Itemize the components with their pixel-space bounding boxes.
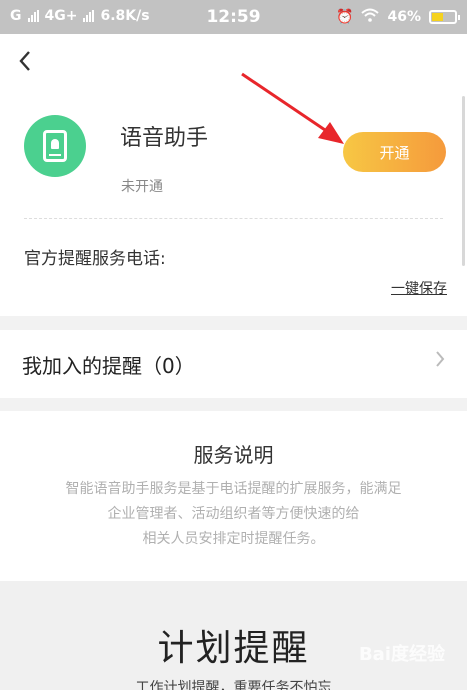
annotation-arrow-icon	[241, 72, 344, 144]
service-description-card: 服务说明 智能语音助手服务是基于电话提醒的扩展服务，能满足 企业管理者、活动组织…	[0, 411, 467, 581]
my-reminders-label: 我加入的提醒（0）	[22, 354, 195, 378]
back-button[interactable]	[18, 50, 32, 77]
assistant-card: 语音助手 未开通 开通 官方提醒服务电话: 一键保存	[0, 34, 467, 316]
battery-icon	[429, 10, 460, 24]
baidu-watermark: Bai度经验	[358, 644, 445, 665]
chevron-right-icon	[435, 349, 445, 374]
activate-button[interactable]: 开通	[343, 132, 446, 172]
phone-bell-icon	[43, 130, 67, 162]
hotline-label: 官方提醒服务电话:	[24, 249, 166, 269]
battery-percent: 46%	[387, 9, 421, 25]
scrollbar[interactable]	[462, 96, 465, 266]
service-line: 企业管理者、活动组织者等方便快速的给	[107, 506, 360, 522]
assistant-avatar	[24, 115, 86, 177]
my-reminders-row[interactable]: 我加入的提醒（0）	[0, 330, 467, 398]
wifi-icon	[361, 8, 380, 26]
plan-reminder-banner[interactable]: 计划提醒 工作计划提醒，重要任务不怕忘	[0, 581, 467, 690]
service-line: 智能语音助手服务是基于电话提醒的扩展服务，能满足	[65, 481, 402, 497]
assistant-status: 未开通	[121, 179, 163, 195]
service-line: 相关人员安排定时提醒任务。	[142, 531, 325, 547]
service-title: 服务说明	[193, 443, 274, 467]
plan-subtitle: 工作计划提醒，重要任务不怕忘	[135, 680, 332, 690]
assistant-name: 语音助手	[120, 126, 209, 151]
alarm-icon: ⏰	[336, 9, 354, 25]
status-right: ⏰ 46%	[336, 8, 460, 26]
chevron-left-icon	[19, 51, 30, 71]
status-bar: G 4G+ 6.8K/s 12:59 ⏰ 46%	[0, 0, 467, 34]
service-description: 智能语音助手服务是基于电话提醒的扩展服务，能满足 企业管理者、活动组织者等方便快…	[30, 477, 437, 552]
divider	[24, 218, 443, 219]
save-contact-link[interactable]: 一键保存	[391, 278, 447, 298]
